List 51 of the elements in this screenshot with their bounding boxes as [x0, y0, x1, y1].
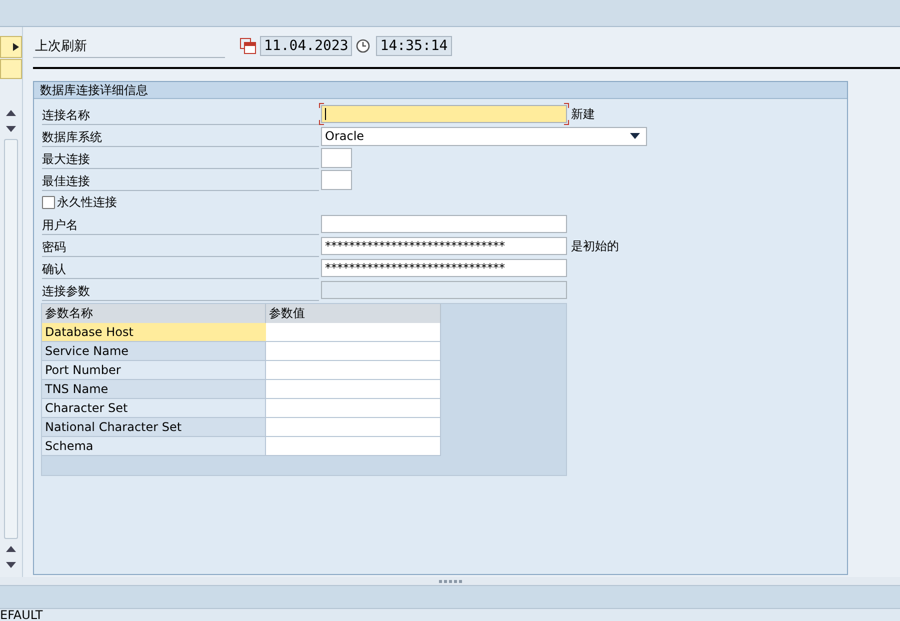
calendar-icon[interactable] — [240, 38, 256, 54]
table-cell[interactable]: TNS Name — [42, 380, 266, 399]
field-label: 最大连接 — [42, 147, 319, 169]
dropdown-arrow-icon — [630, 133, 640, 139]
input-field[interactable]: ****************************** — [321, 237, 567, 255]
dropdown-field[interactable]: Oracle — [321, 126, 647, 146]
status-text: EFAULT — [0, 608, 43, 621]
right-arrow-icon — [13, 43, 19, 51]
field-label: 密码 — [42, 235, 319, 257]
field-label: 数据库系统 — [42, 125, 319, 147]
input-field[interactable] — [321, 148, 352, 168]
table-input-cell[interactable] — [266, 437, 441, 456]
checkbox-label: 永久性连接 — [57, 194, 117, 210]
field-label: 用户名 — [42, 213, 319, 235]
field-label: 确认 — [42, 257, 319, 279]
group-title: 数据库连接详细信息 — [34, 82, 847, 99]
input-field[interactable]: ****************************** — [321, 259, 567, 277]
checkbox[interactable] — [42, 196, 55, 208]
table-input-cell[interactable] — [266, 399, 441, 418]
scrollbar-track[interactable] — [4, 139, 18, 539]
nav-button[interactable] — [0, 36, 22, 58]
table-input-cell[interactable] — [266, 342, 441, 361]
input-field[interactable] — [321, 215, 567, 233]
splitter-handle[interactable] — [0, 577, 900, 585]
table-cell[interactable]: Service Name — [42, 342, 266, 361]
column-header[interactable]: 参数名称 — [42, 304, 266, 323]
field-label: 连接参数 — [42, 279, 319, 301]
status-note: 新建 — [571, 106, 595, 122]
field-label: 连接名称 — [42, 103, 319, 125]
table-input-cell[interactable] — [266, 418, 441, 437]
table-input-cell[interactable] — [266, 323, 441, 342]
table-cell[interactable]: National Character Set — [42, 418, 266, 437]
date-field: 11.04.2023 — [260, 36, 352, 56]
scroll-down-icon[interactable] — [6, 126, 16, 132]
table-input-cell[interactable] — [266, 361, 441, 380]
table-cell[interactable]: Character Set — [42, 399, 266, 418]
scroll-up-icon[interactable] — [6, 110, 16, 116]
status-note: 是初始的 — [571, 238, 619, 254]
input-field[interactable] — [321, 105, 567, 123]
table-input-cell[interactable] — [266, 380, 441, 399]
table-cell[interactable]: Schema — [42, 437, 266, 456]
scroll-up-icon[interactable] — [6, 546, 16, 552]
field-label: 最佳连接 — [42, 169, 319, 191]
table-cell[interactable]: Port Number — [42, 361, 266, 380]
input-field[interactable] — [321, 170, 352, 190]
time-field: 14:35:14 — [376, 36, 452, 56]
column-header[interactable]: 参数值 — [266, 304, 441, 323]
field-label: 上次刷新 — [33, 34, 225, 58]
table-cell[interactable]: Database Host — [42, 323, 266, 342]
scroll-down-icon[interactable] — [6, 562, 16, 568]
clock-icon — [356, 39, 370, 53]
